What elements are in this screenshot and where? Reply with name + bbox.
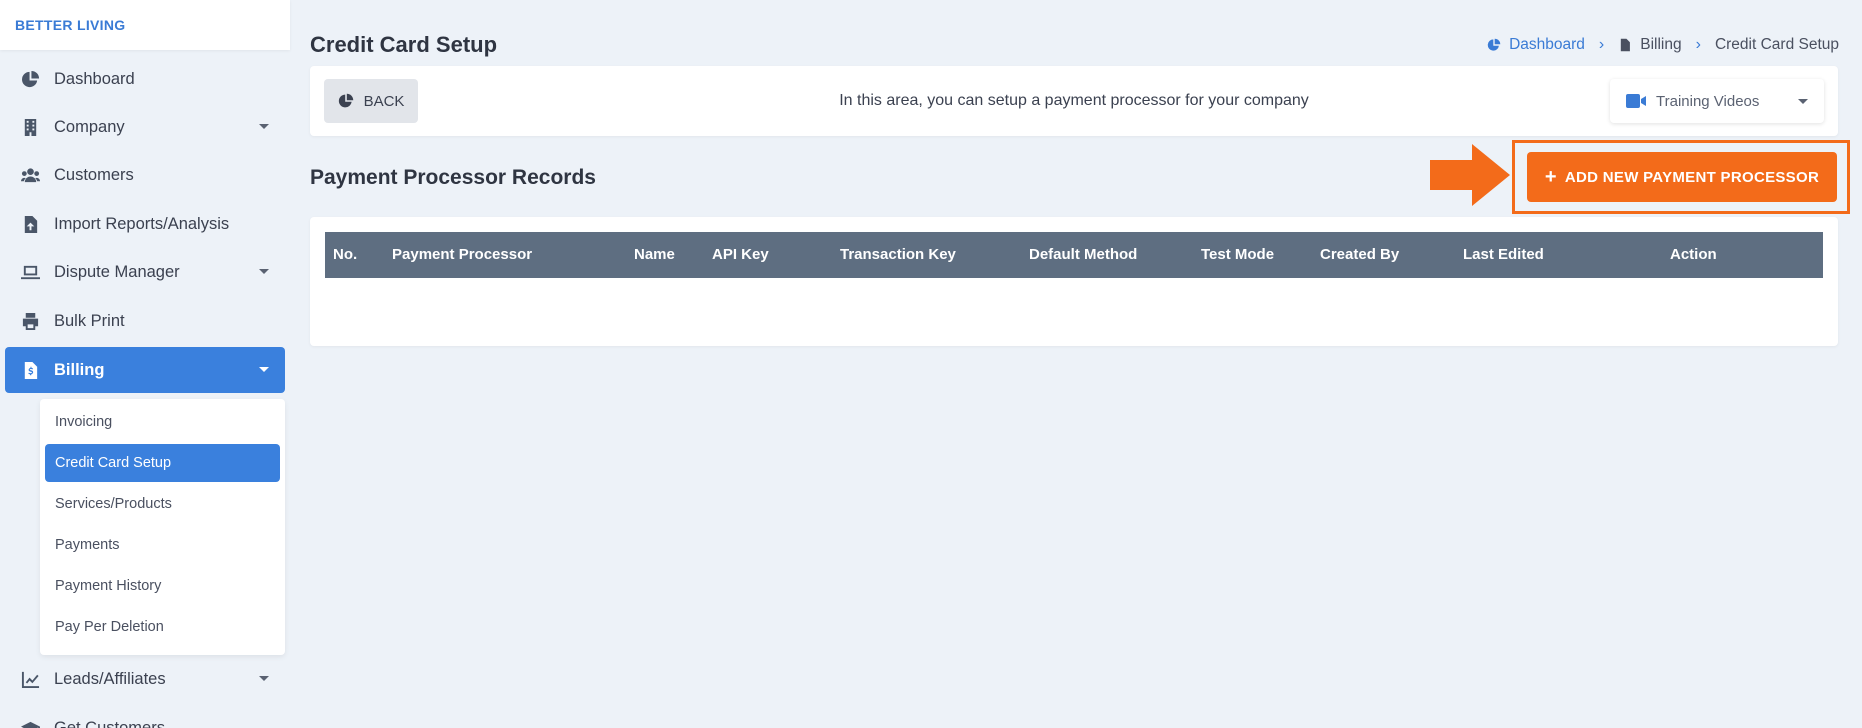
sidebar-item-label: Import Reports/Analysis [54,214,230,233]
chart-line-icon [20,669,40,689]
sidebar-item-label: Dashboard [54,69,135,88]
arrow-right-icon [1430,144,1510,206]
chevron-down-icon [259,269,269,274]
pie-chart-icon [1487,38,1501,51]
pie-chart-icon [20,69,40,89]
column-header-api-key[interactable]: API Key [712,232,769,278]
sidebar-item-dashboard[interactable]: Dashboard [5,56,285,102]
brand-header: BETTER LIVING [0,0,290,50]
training-videos-label: Training Videos [1656,92,1760,110]
file-upload-icon [20,214,40,234]
section-title: Payment Processor Records [310,166,596,189]
chevron-right-icon: › [1598,36,1605,53]
sidebar-item-get-customers[interactable]: Get Customers [5,705,285,728]
submenu-item-label: Invoicing [55,414,113,430]
sidebar-item-label: Customers [54,165,134,184]
invoice-icon [20,360,40,380]
table-header: No. Payment Processor Name API Key Trans… [325,232,1823,278]
column-header-last-edited[interactable]: Last Edited [1463,232,1544,278]
submenu-item-invoicing[interactable]: Invoicing [45,403,280,441]
sidebar-item-label: Dispute Manager [54,262,180,281]
breadcrumb-label: Dashboard [1509,36,1585,53]
sidebar-item-billing[interactable]: Billing [5,347,285,393]
page-title: Credit Card Setup [310,32,498,57]
sidebar-item-import-reports[interactable]: Import Reports/Analysis [5,201,285,247]
sidebar-item-leads-affiliates[interactable]: Leads/Affiliates [5,656,285,702]
column-header-name[interactable]: Name [634,232,675,278]
column-header-created-by[interactable]: Created By [1320,232,1399,278]
column-header-no[interactable]: No. [333,232,357,278]
chevron-down-icon [259,367,269,372]
submenu-item-label: Credit Card Setup [55,455,172,471]
submenu-item-label: Services/Products [55,496,172,512]
info-card: BACK In this area, you can setup a payme… [310,66,1838,136]
video-camera-icon [1626,94,1646,108]
sidebar-item-label: Billing [54,360,105,379]
breadcrumb-current: Credit Card Setup [1714,36,1839,53]
submenu-item-payment-history[interactable]: Payment History [45,567,280,605]
breadcrumb-billing[interactable]: Billing [1618,36,1682,54]
column-header-payment-processor[interactable]: Payment Processor [392,232,532,278]
chevron-down-icon [1798,99,1808,104]
sidebar-item-customers[interactable]: Customers [5,152,285,198]
sidebar-item-label: Company [54,117,125,136]
laptop-icon [20,262,40,282]
submenu-item-pay-per-deletion[interactable]: Pay Per Deletion [45,608,280,646]
building-icon [20,117,40,137]
column-header-test-mode[interactable]: Test Mode [1201,232,1274,278]
chevron-right-icon: › [1695,36,1701,53]
users-icon [20,165,40,185]
submenu-item-services-products[interactable]: Services/Products [45,485,280,523]
add-payment-processor-button[interactable]: + ADD NEW PAYMENT PROCESSOR [1527,152,1837,202]
sidebar-item-label: Leads/Affiliates [54,669,166,688]
breadcrumb: Dashboard › Billing › Credit Card Setup [1487,36,1839,54]
submenu-item-credit-card-setup[interactable]: Credit Card Setup [45,444,280,482]
sidebar-item-bulk-print[interactable]: Bulk Print [5,298,285,344]
sidebar-item-label: Get Customers [54,718,165,728]
billing-submenu: Invoicing Credit Card Setup Services/Pro… [40,399,285,655]
chevron-down-icon [259,676,269,681]
records-table-card: No. Payment Processor Name API Key Trans… [310,217,1838,346]
submenu-item-label: Pay Per Deletion [55,619,164,635]
graduation-cap-icon [20,718,40,728]
column-header-default-method[interactable]: Default Method [1029,232,1137,278]
submenu-item-payments[interactable]: Payments [45,526,280,564]
plus-icon: + [1544,165,1557,188]
breadcrumb-dashboard[interactable]: Dashboard [1487,36,1585,54]
column-header-action[interactable]: Action [1670,232,1717,278]
sidebar-item-label: Bulk Print [54,311,125,330]
sidebar-item-company[interactable]: Company [5,104,285,150]
submenu-item-label: Payment History [55,578,162,594]
sidebar: BETTER LIVING Dashboard Company Customer… [0,0,290,728]
add-button-label: ADD NEW PAYMENT PROCESSOR [1564,168,1820,186]
invoice-icon [1621,38,1631,52]
brand-logo-text[interactable]: BETTER LIVING [15,17,125,33]
sidebar-item-dispute-manager[interactable]: Dispute Manager [5,249,285,295]
column-header-transaction-key[interactable]: Transaction Key [840,232,956,278]
breadcrumb-label: Billing [1640,36,1682,53]
info-text: In this area, you can setup a payment pr… [839,92,1309,109]
training-videos-dropdown[interactable]: Training Videos [1610,79,1824,123]
printer-icon [20,311,40,331]
submenu-item-label: Payments [55,537,120,553]
chevron-down-icon [259,124,269,129]
